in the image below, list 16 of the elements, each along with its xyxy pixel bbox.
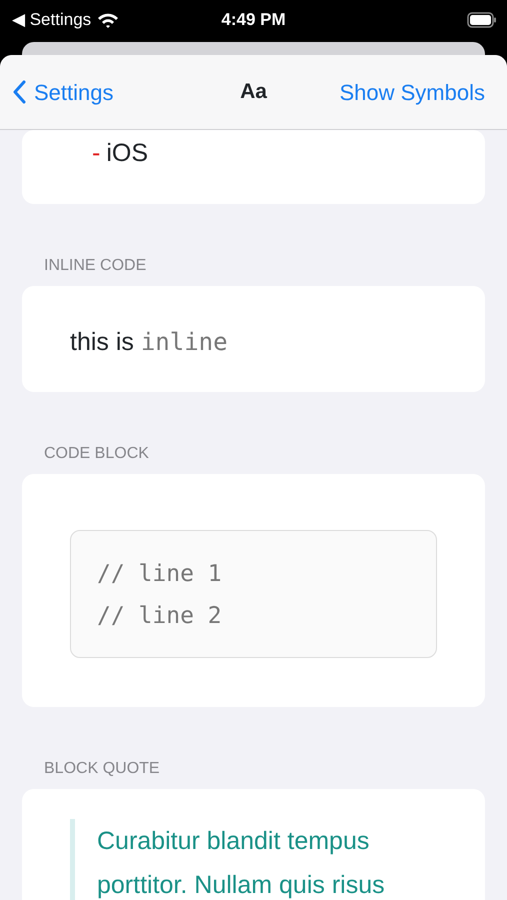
section-header: BLOCK QUOTE (43, 759, 161, 779)
section-header: CODE BLOCK (43, 444, 150, 464)
back-button[interactable]: Settings (12, 76, 114, 108)
section-header: INLINE CODE (43, 256, 148, 276)
list-marker: - (92, 138, 100, 169)
show-symbols-button[interactable]: Show Symbols (339, 76, 485, 108)
status-time: 4:49 PM (221, 10, 286, 30)
page-title: Aa (240, 80, 267, 104)
code-block: // line 1 // line 2 (70, 530, 437, 658)
inline-code-sentence: this is inline (70, 327, 229, 358)
back-to-app-link[interactable]: ◀ Settings (12, 7, 92, 33)
list-item-text: iOS (106, 138, 148, 169)
battery-icon (467, 12, 497, 28)
quote-text: Curabitur blandit tempus porttitor. Nullam quis risus (97, 826, 386, 900)
chevron-left-icon (12, 80, 26, 104)
wifi-icon (97, 12, 120, 28)
